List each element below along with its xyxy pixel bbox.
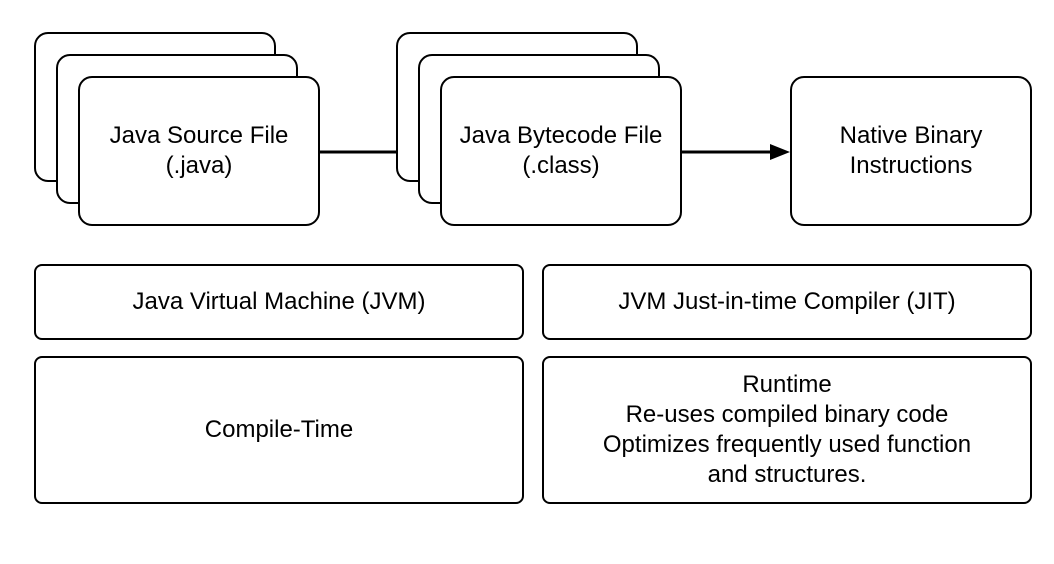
runtime-line3: and structures.	[708, 460, 867, 490]
runtime-box: Runtime Re-uses compiled binary code Opt…	[542, 356, 1032, 504]
arrow-bytecode-to-native	[682, 140, 790, 164]
native-binary-line1: Native Binary	[840, 121, 983, 151]
bytecode-file-box: Java Bytecode File (.class)	[440, 76, 682, 226]
bytecode-file-line1: Java Bytecode File	[460, 121, 663, 151]
compile-time-box: Compile-Time	[34, 356, 524, 504]
compile-time-label: Compile-Time	[205, 415, 353, 445]
source-file-line2: (.java)	[166, 151, 233, 181]
jit-label: JVM Just-in-time Compiler (JIT)	[618, 287, 955, 317]
jit-box: JVM Just-in-time Compiler (JIT)	[542, 264, 1032, 340]
source-file-line1: Java Source File	[110, 121, 289, 151]
native-binary-line2: Instructions	[850, 151, 973, 181]
source-file-box: Java Source File (.java)	[78, 76, 320, 226]
jvm-label: Java Virtual Machine (JVM)	[133, 287, 426, 317]
bytecode-file-line2: (.class)	[522, 151, 599, 181]
diagram-canvas: Java Source File (.java) Java Bytecode F…	[0, 0, 1054, 564]
runtime-line1: Re-uses compiled binary code	[626, 400, 949, 430]
runtime-title: Runtime	[742, 370, 831, 400]
runtime-line2: Optimizes frequently used function	[603, 430, 971, 460]
jvm-box: Java Virtual Machine (JVM)	[34, 264, 524, 340]
native-binary-box: Native Binary Instructions	[790, 76, 1032, 226]
